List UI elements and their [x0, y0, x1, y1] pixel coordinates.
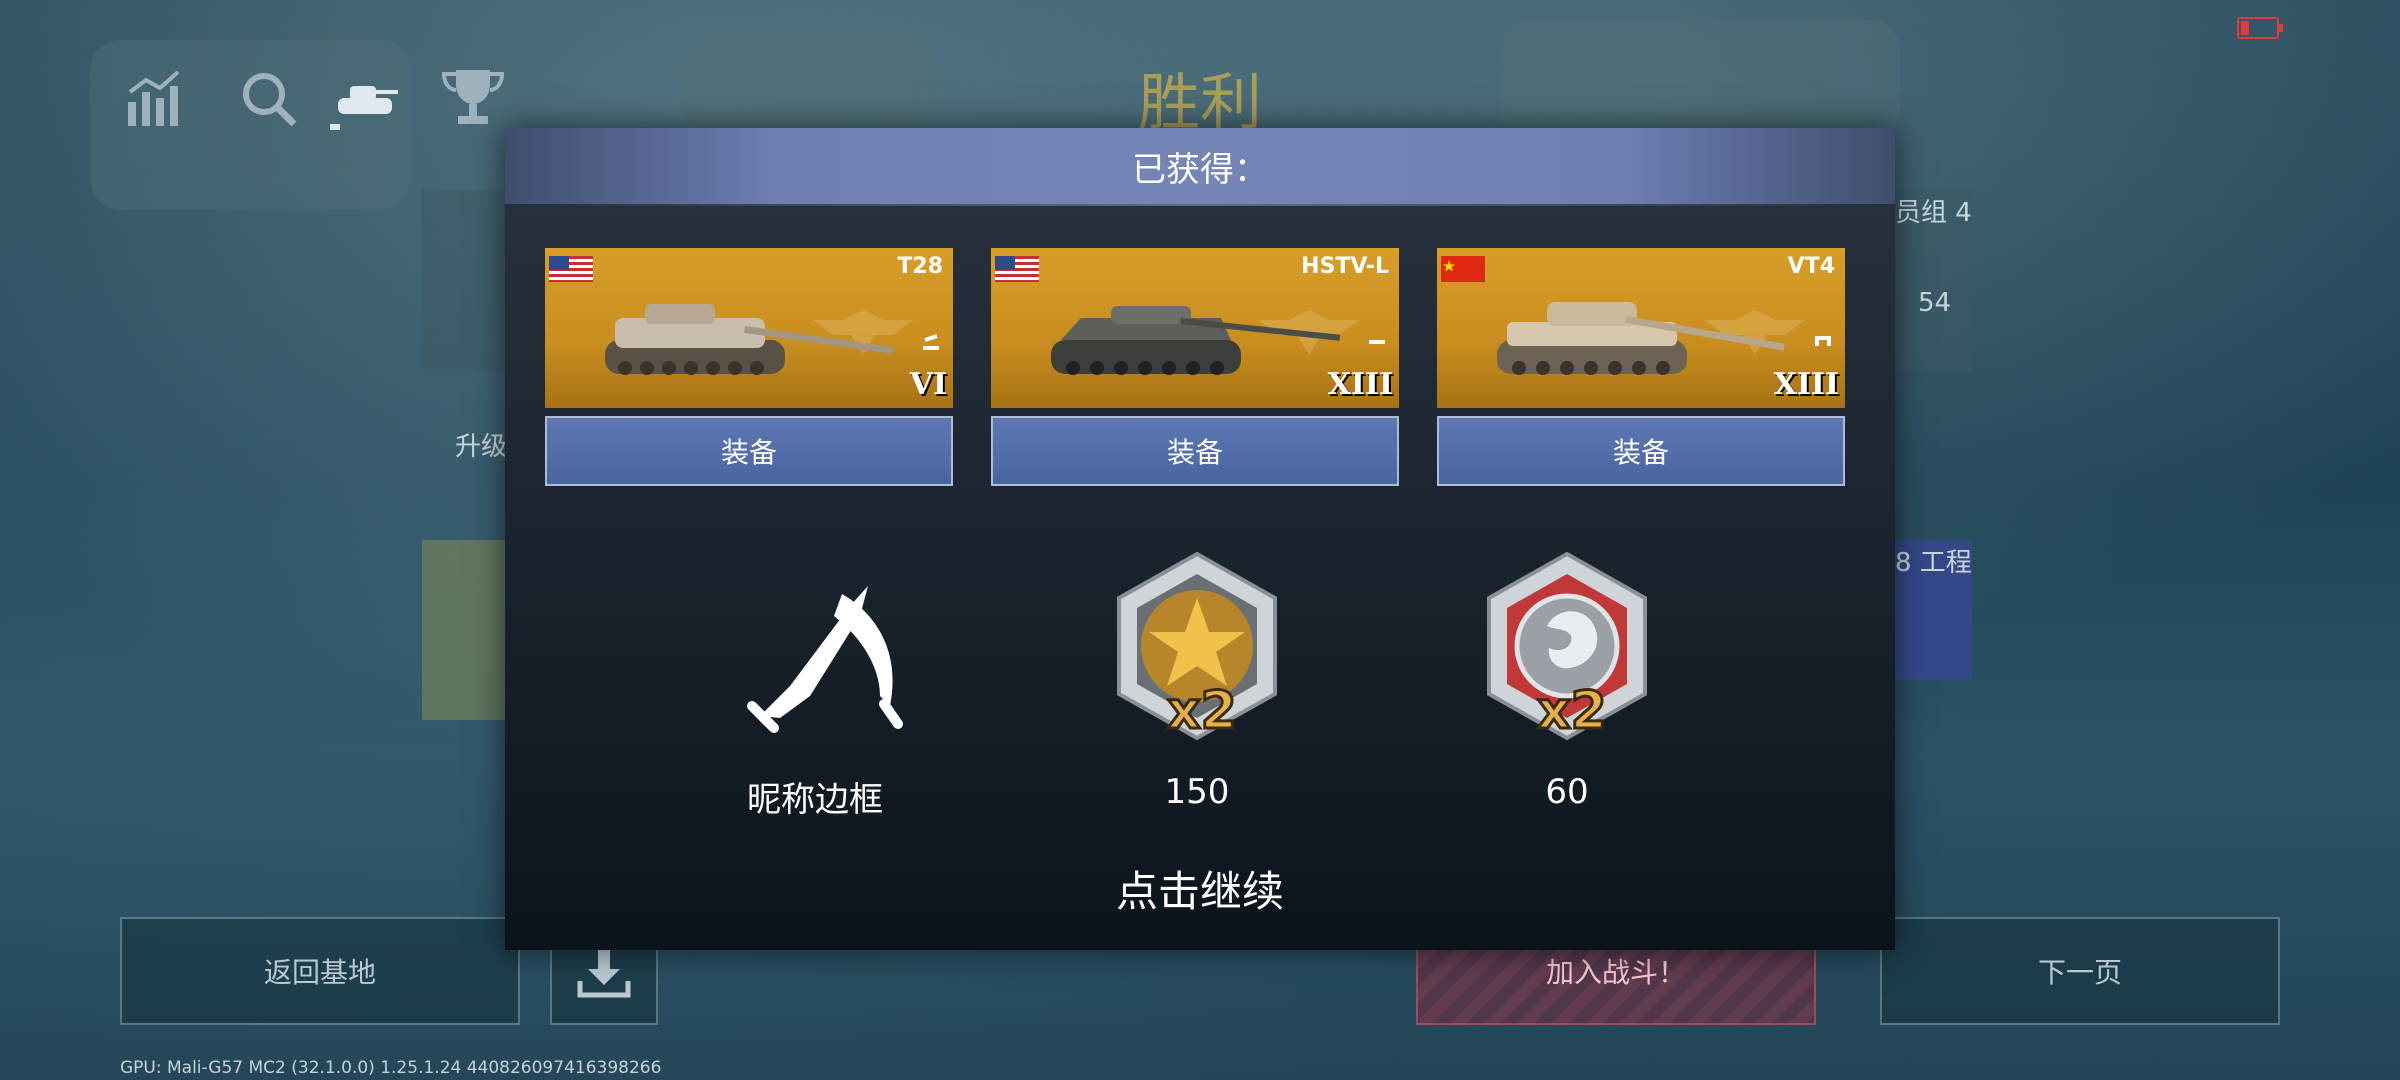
- silver-lion-medal-icon: x2: [1487, 551, 1647, 743]
- tier-label: VI: [909, 367, 947, 402]
- vehicle-card: T28 VI: [545, 248, 953, 408]
- rank-indicator: [1811, 332, 1835, 350]
- medal-multiplier: x2: [1167, 681, 1237, 741]
- rank-indicator: [1365, 332, 1389, 350]
- return-base-button[interactable]: 返回基地: [120, 917, 520, 1025]
- tank-hstvl-image: [1051, 306, 1341, 375]
- reward-label-frame: 昵称边框: [747, 780, 883, 820]
- equip-button[interactable]: 装备: [1437, 416, 1845, 486]
- left-panel-top: [422, 190, 508, 370]
- crossed-knives-icon: [747, 586, 903, 733]
- vehicle-name: HSTV-L: [1301, 254, 1389, 279]
- tank-vt4-image: [1497, 302, 1785, 375]
- upgrade-label[interactable]: 升级: [455, 426, 507, 463]
- next-page-button[interactable]: 下一页: [1880, 917, 2280, 1025]
- rank-indicator: [919, 332, 943, 350]
- left-panel-bottom: [422, 540, 508, 720]
- battery-icon: [2237, 17, 2283, 39]
- vehicle-name: VT4: [1787, 254, 1835, 279]
- header-divider: [535, 204, 1865, 206]
- equip-button[interactable]: 装备: [991, 416, 1399, 486]
- gold-star-medal-icon: x2: [1117, 551, 1277, 743]
- medal-multiplier: x2: [1537, 681, 1607, 741]
- rewards-overlay[interactable]: 已获得： T28 VI 装备 HSTV-L XIII 装备 VT4 XIII 装…: [505, 128, 1895, 950]
- tap-to-continue[interactable]: 点击继续: [505, 858, 1895, 919]
- tank-t28-image: [605, 304, 894, 375]
- vehicle-card: HSTV-L XIII: [991, 248, 1399, 408]
- crew-count: 54: [1918, 288, 1952, 318]
- vehicle-name: T28: [897, 254, 943, 279]
- gpu-info: GPU: Mali-G57 MC2 (32.1.0.0) 1.25.1.24 4…: [120, 1058, 662, 1078]
- engineer-label: 8 工程: [1895, 548, 1972, 578]
- overlay-header: 已获得：: [505, 128, 1895, 204]
- crew-group-label: 员组 4: [1895, 198, 1972, 228]
- reward-label-gold: 150: [1164, 772, 1230, 812]
- tier-label: XIII: [1327, 367, 1393, 402]
- vehicle-card: VT4 XIII: [1437, 248, 1845, 408]
- equip-button[interactable]: 装备: [545, 416, 953, 486]
- reward-label-silver: 60: [1545, 772, 1589, 812]
- download-icon: [577, 947, 631, 998]
- tier-label: XIII: [1773, 367, 1839, 402]
